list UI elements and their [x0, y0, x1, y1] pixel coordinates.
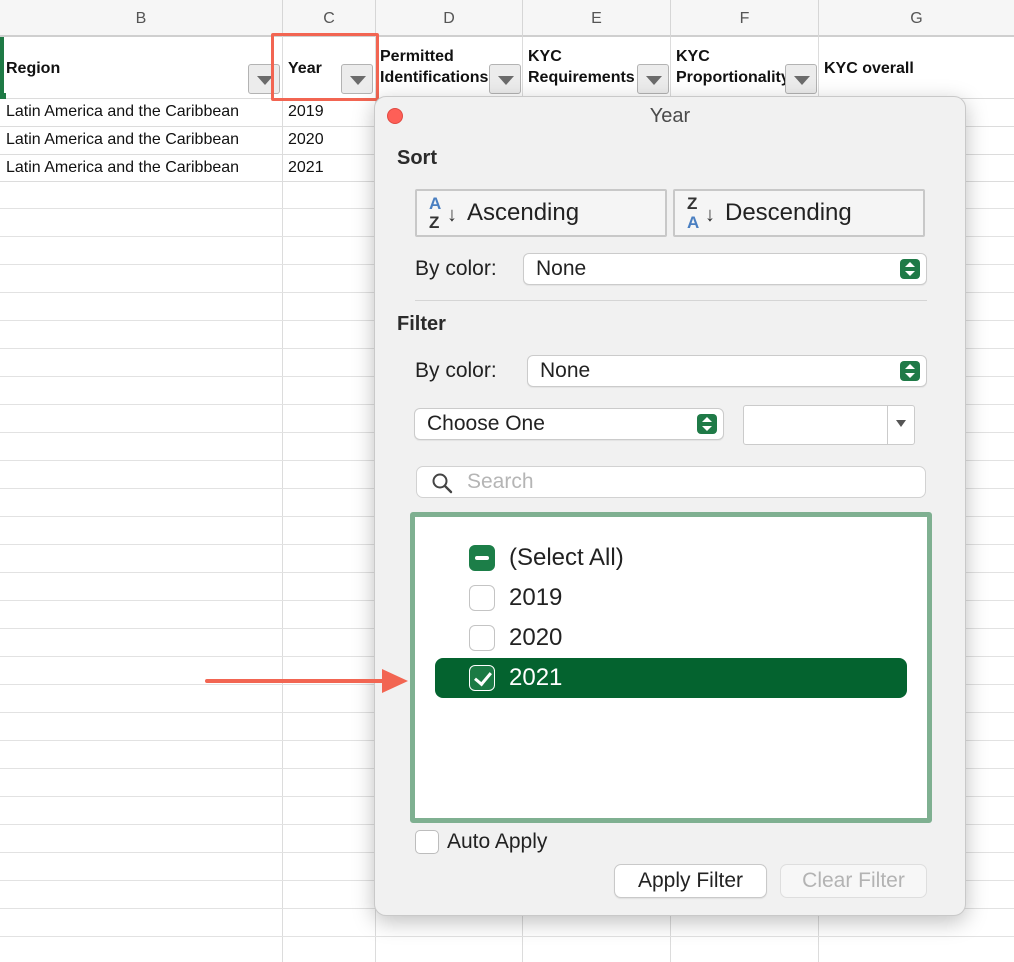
list-item-2019[interactable]: 2019	[435, 578, 907, 618]
sort-section-label: Sort	[397, 147, 437, 169]
column-header-f[interactable]: F	[671, 0, 819, 37]
column-header-d[interactable]: D	[376, 0, 523, 37]
cell-region[interactable]: Latin America and the Caribbean	[6, 126, 239, 154]
cell-year[interactable]: 2020	[288, 126, 324, 154]
cell-region[interactable]: Latin America and the Caribbean	[6, 154, 239, 182]
filter-search-field[interactable]	[416, 466, 926, 498]
filter-value-combobox[interactable]	[743, 405, 915, 445]
header-line: Requirements	[528, 69, 635, 86]
cell-region[interactable]: Latin America and the Caribbean	[6, 98, 239, 126]
glyph-letter: Z	[687, 194, 698, 213]
filter-by-color-select[interactable]: None	[527, 355, 927, 387]
header-kyc-overall[interactable]: KYC overall	[824, 58, 914, 79]
sort-ascending-label: Ascending	[467, 199, 580, 226]
search-icon	[432, 473, 453, 494]
popup-title-bar: Year	[375, 97, 965, 135]
filter-values-list: (Select All) 2019 2020 2021	[410, 512, 932, 823]
filter-condition-select[interactable]: Choose One	[414, 408, 724, 440]
year-2021-checkbox[interactable]	[469, 665, 495, 691]
filter-section-label: Filter	[397, 313, 446, 335]
sort-descending-icon: Z A ↓	[687, 195, 721, 233]
annotation-arrow-shaft	[205, 679, 387, 683]
selected-row-indicator	[0, 37, 4, 93]
header-line: KYC	[528, 48, 562, 65]
select-all-checkbox[interactable]	[469, 545, 495, 571]
column-header-b[interactable]: B	[0, 0, 283, 37]
clear-filter-button[interactable]: Clear Filter	[780, 864, 927, 898]
filter-condition-value: Choose One	[427, 412, 545, 435]
kyc-proportionality-filter-dropdown-button[interactable]	[785, 64, 817, 94]
glyph-letter: A	[687, 213, 700, 232]
header-region[interactable]: Region	[6, 58, 60, 79]
glyph-letter: A	[429, 194, 442, 213]
permitted-filter-dropdown-button[interactable]	[489, 64, 521, 94]
header-kyc-requirements[interactable]: KYC Requirements	[528, 46, 638, 88]
filter-by-color-value: None	[540, 359, 591, 382]
down-arrow-icon: ↓	[705, 204, 715, 226]
search-input[interactable]	[467, 469, 907, 495]
annotation-highlight-box	[271, 33, 379, 101]
sort-by-color-label: By color:	[415, 257, 497, 280]
chevron-down-icon[interactable]	[896, 420, 906, 427]
glyph-letter: Z	[429, 213, 440, 232]
filter-by-color-label: By color:	[415, 359, 497, 382]
header-line: KYC	[676, 48, 710, 65]
filter-popup: Year Sort A Z ↓ Ascending Z A ↓ Descendi…	[374, 96, 966, 916]
header-permitted-identifications[interactable]: Permitted Identifications	[380, 46, 490, 88]
stepper-icon	[697, 414, 717, 434]
annotation-arrow-icon	[382, 669, 408, 693]
auto-apply-label[interactable]: Auto Apply	[447, 829, 547, 855]
kyc-requirements-filter-dropdown-button[interactable]	[637, 64, 669, 94]
column-header-g[interactable]: G	[819, 0, 1014, 37]
list-item-label: (Select All)	[509, 544, 624, 571]
list-item-label: 2021	[509, 664, 563, 691]
cell-year[interactable]: 2019	[288, 98, 324, 126]
list-item-select-all[interactable]: (Select All)	[435, 538, 907, 578]
header-line: Proportionality	[676, 69, 786, 86]
cell-year[interactable]: 2021	[288, 154, 324, 182]
close-button[interactable]	[387, 108, 403, 124]
list-item-label: 2020	[509, 624, 563, 651]
stepper-icon	[900, 361, 920, 381]
column-header-bar: B C D E F G	[0, 0, 1014, 37]
year-2020-checkbox[interactable]	[469, 625, 495, 651]
list-item-2021[interactable]: 2021	[435, 658, 907, 698]
column-header-e[interactable]: E	[523, 0, 671, 37]
auto-apply-checkbox[interactable]	[415, 830, 439, 854]
list-item-label: 2019	[509, 584, 563, 611]
section-divider	[415, 300, 927, 301]
year-2019-checkbox[interactable]	[469, 585, 495, 611]
sort-descending-label: Descending	[725, 199, 852, 226]
sort-by-color-value: None	[536, 257, 587, 280]
combo-separator	[887, 406, 888, 444]
column-header-c[interactable]: C	[283, 0, 376, 37]
header-line: Permitted	[380, 48, 454, 65]
header-kyc-proportionality[interactable]: KYC Proportionality	[676, 46, 786, 88]
list-item-2020[interactable]: 2020	[435, 618, 907, 658]
stepper-icon	[900, 259, 920, 279]
apply-filter-button[interactable]: Apply Filter	[614, 864, 767, 898]
sort-ascending-icon: A Z ↓	[429, 195, 463, 233]
popup-title: Year	[649, 105, 691, 127]
header-line: Identifications	[380, 69, 489, 86]
sort-descending-button[interactable]: Z A ↓ Descending	[673, 189, 925, 237]
down-arrow-icon: ↓	[447, 204, 457, 226]
sort-ascending-button[interactable]: A Z ↓ Ascending	[415, 189, 667, 237]
sort-by-color-select[interactable]: None	[523, 253, 927, 285]
